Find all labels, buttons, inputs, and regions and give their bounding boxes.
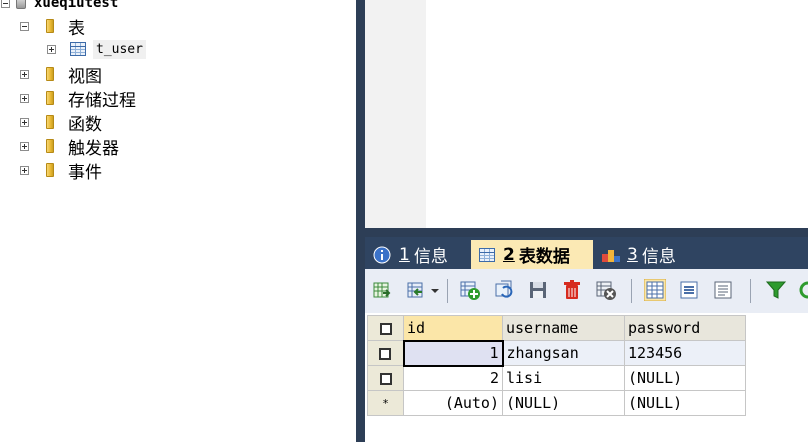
save-icon[interactable] (527, 279, 549, 301)
folder-icon (46, 163, 54, 177)
checkbox-icon[interactable] (379, 372, 392, 385)
tab-number: 1 (399, 244, 410, 265)
tab-label: 信息 (413, 247, 448, 267)
select-all-cell[interactable] (367, 315, 404, 341)
column-header-username[interactable]: username (502, 315, 625, 341)
tree-folder-row[interactable]: 函数 (20, 110, 102, 135)
result-splitter[interactable] (365, 228, 808, 237)
folder-icon (46, 139, 54, 153)
tree-table-row[interactable]: t_user (47, 37, 146, 61)
toolbar-separator (631, 279, 632, 303)
tree-label-tables[interactable]: 表 (68, 14, 85, 39)
tree-db-row[interactable]: xueqiutest (0, 0, 118, 15)
cell-username[interactable]: lisi (502, 365, 625, 391)
table-row[interactable]: * (Auto) (NULL) (NULL) (367, 390, 746, 416)
tree-folder-row[interactable]: 存储过程 (20, 86, 136, 111)
refresh-icon[interactable] (799, 279, 808, 301)
column-header-id[interactable]: id (403, 315, 503, 341)
tree-label-functions[interactable]: 函数 (68, 110, 102, 135)
tab-label: 表数据 (518, 247, 570, 267)
result-tabs: 1 信息 2 表数据 3 信息 (365, 237, 808, 269)
tree-label-t-user[interactable]: t_user (93, 39, 146, 59)
cell-password[interactable]: (NULL) (624, 390, 746, 416)
collapse-icon[interactable] (1, 0, 10, 8)
query-editor[interactable] (426, 0, 808, 228)
cell-password[interactable]: 123456 (624, 340, 746, 366)
tree-folder-row[interactable]: 视图 (20, 62, 102, 87)
cell-id[interactable]: (Auto) (403, 390, 503, 416)
chart-icon (602, 249, 620, 262)
add-row-icon[interactable] (459, 279, 481, 301)
result-grid: id username password 1 zhangsan 123456 2… (367, 315, 746, 416)
grid-header-row: id username password (367, 315, 746, 341)
tab-info-1[interactable]: 1 信息 (373, 240, 471, 269)
table-icon (70, 42, 86, 56)
form-view-icon[interactable] (678, 279, 700, 301)
tab-info-3[interactable]: 3 信息 (601, 240, 701, 269)
expand-icon[interactable] (20, 69, 29, 79)
delete-icon[interactable] (561, 279, 583, 301)
import-icon[interactable] (405, 279, 427, 301)
table-row[interactable]: 1 zhangsan 123456 (367, 339, 746, 367)
database-icon (16, 0, 26, 9)
folder-icon (46, 67, 54, 81)
expand-icon[interactable] (20, 165, 29, 175)
tab-number: 2 (503, 244, 515, 265)
filter-icon[interactable] (765, 279, 787, 301)
toolbar-separator (447, 279, 448, 303)
folder-icon (46, 91, 54, 105)
column-header-password[interactable]: password (624, 315, 746, 341)
collapse-icon[interactable] (20, 21, 29, 31)
dropdown-arrow-icon[interactable] (429, 279, 441, 301)
expand-icon[interactable] (20, 141, 29, 151)
row-checkbox-cell[interactable] (367, 365, 404, 391)
text-view-icon[interactable] (712, 279, 734, 301)
tree-folder-row[interactable]: 触发器 (20, 134, 119, 159)
table-icon (479, 247, 495, 262)
cell-username[interactable]: zhangsan (502, 340, 625, 366)
tree-label-events[interactable]: 事件 (68, 158, 102, 183)
expand-icon[interactable] (47, 44, 56, 54)
tree-label-views[interactable]: 视图 (68, 62, 102, 87)
tree-label-procedures[interactable]: 存储过程 (68, 86, 136, 111)
tab-number: 3 (627, 244, 638, 265)
panel-splitter[interactable] (356, 0, 365, 442)
duplicate-row-icon[interactable] (493, 279, 515, 301)
info-icon (373, 246, 391, 263)
editor-gutter (365, 0, 426, 228)
cancel-changes-icon[interactable] (595, 279, 617, 301)
tree-tables-row[interactable]: 表 (20, 14, 85, 39)
tree-label-triggers[interactable]: 触发器 (68, 134, 119, 159)
cell-password[interactable]: (NULL) (624, 365, 746, 391)
checkbox-icon[interactable] (379, 347, 392, 360)
checkbox-icon[interactable] (379, 322, 392, 335)
cell-id[interactable]: 1 (402, 339, 504, 367)
folder-icon (46, 19, 54, 33)
expand-icon[interactable] (20, 117, 29, 127)
tab-label: 信息 (641, 247, 676, 267)
cell-username[interactable]: (NULL) (502, 390, 625, 416)
export-icon[interactable] (371, 279, 393, 301)
tree-folder-row[interactable]: 事件 (20, 158, 102, 183)
cell-id[interactable]: 2 (403, 365, 503, 391)
folder-icon (46, 115, 54, 129)
toolbar-separator (750, 279, 751, 303)
grid-toolbar (365, 269, 808, 313)
tab-table-data[interactable]: 2 表数据 (471, 240, 593, 269)
new-row-marker: * (367, 390, 404, 416)
grid-view-icon[interactable] (644, 279, 666, 301)
object-tree: xueqiutest 表 t_user 视图 存储过程 函数 触发器 事件 (0, 0, 356, 442)
row-checkbox-cell[interactable] (367, 340, 404, 366)
table-row[interactable]: 2 lisi (NULL) (367, 365, 746, 391)
expand-icon[interactable] (20, 93, 29, 103)
db-name[interactable]: xueqiutest (34, 0, 118, 11)
